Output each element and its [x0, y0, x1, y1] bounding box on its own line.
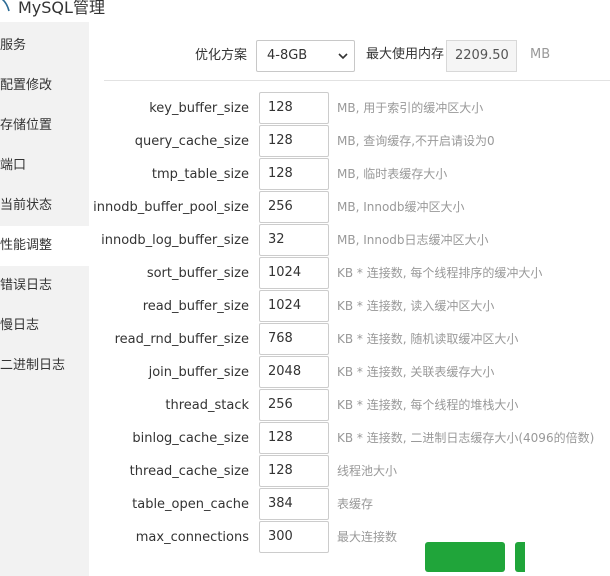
param-input[interactable]: 128 — [259, 92, 329, 124]
sidebar-item-label: 性能调整 — [0, 238, 53, 253]
sidebar-item-label: 服务 — [0, 38, 27, 53]
sidebar-item-label: 当前状态 — [0, 198, 53, 213]
param-row: binlog_cache_size 128 KB * 连接数, 二进制日志缓存大… — [89, 422, 610, 455]
param-input[interactable]: 128 — [259, 422, 329, 454]
param-label: join_buffer_size — [148, 365, 249, 380]
sidebar-item-config[interactable]: 配置修改 — [0, 66, 89, 106]
param-row: tmp_table_size 128 MB, 临时表缓存大小 — [89, 158, 610, 191]
param-input[interactable]: 300 — [259, 521, 329, 553]
sidebar-item-performance[interactable]: 性能调整 — [0, 226, 89, 266]
window-title: MySQL管理 — [18, 0, 105, 17]
param-desc: 表缓存 — [337, 497, 374, 511]
param-input[interactable]: 128 — [259, 158, 329, 190]
sidebar-item-port[interactable]: 端口 — [0, 146, 89, 186]
save-button[interactable] — [425, 542, 505, 572]
divider — [104, 80, 610, 81]
param-row: innodb_log_buffer_size 32 MB, Innodb日志缓冲… — [89, 224, 610, 257]
param-desc: KB * 连接数, 读入缓冲区大小 — [337, 299, 495, 313]
param-label: max_connections — [135, 530, 249, 545]
param-label: thread_cache_size — [129, 464, 249, 479]
param-input[interactable]: 1024 — [259, 290, 329, 322]
param-desc: KB * 连接数, 每个线程排序的缓冲大小 — [337, 266, 543, 280]
param-desc: MB, Innodb日志缓冲区大小 — [337, 233, 489, 247]
param-label: innodb_buffer_pool_size — [93, 200, 249, 215]
sidebar-item-label: 二进制日志 — [0, 358, 66, 373]
scheme-select[interactable]: 4-8GB — [256, 40, 355, 72]
param-input[interactable]: 1024 — [259, 257, 329, 289]
sidebar-item-service[interactable]: 服务 — [0, 26, 89, 66]
param-row: sort_buffer_size 1024 KB * 连接数, 每个线程排序的缓… — [89, 257, 610, 290]
sidebar-item-label: 慢日志 — [0, 318, 40, 333]
sidebar-item-label: 端口 — [0, 158, 27, 173]
param-label: binlog_cache_size — [132, 431, 249, 446]
mysql-icon — [1, 0, 10, 12]
param-input[interactable]: 256 — [259, 191, 329, 223]
sidebar-item-storage[interactable]: 存储位置 — [0, 106, 89, 146]
param-label: tmp_table_size — [151, 167, 249, 182]
sidebar-item-binlog[interactable]: 二进制日志 — [0, 346, 89, 386]
param-label: read_rnd_buffer_size — [114, 332, 249, 347]
param-label: key_buffer_size — [149, 101, 249, 116]
sidebar: 服务 配置修改 存储位置 端口 当前状态 性能调整 错误日志 慢日志 二进制日志 — [0, 22, 89, 576]
param-input[interactable]: 32 — [259, 224, 329, 256]
sidebar-item-label: 存储位置 — [0, 118, 53, 133]
param-row: query_cache_size 128 MB, 查询缓存,不开启请设为0 — [89, 125, 610, 158]
sidebar-item-label: 错误日志 — [0, 278, 53, 293]
param-row: innodb_buffer_pool_size 256 MB, Innodb缓冲… — [89, 191, 610, 224]
param-label: query_cache_size — [134, 134, 249, 149]
sidebar-item-status[interactable]: 当前状态 — [0, 186, 89, 226]
param-input[interactable]: 384 — [259, 488, 329, 520]
param-row: max_connections 300 最大连接数 — [89, 521, 610, 554]
sidebar-item-label: 配置修改 — [0, 78, 53, 93]
param-row: thread_stack 256 KB * 连接数, 每个线程的堆栈大小 — [89, 389, 610, 422]
param-desc: KB * 连接数, 二进制日志缓存大小(4096的倍数) — [337, 431, 595, 445]
secondary-button[interactable] — [515, 542, 525, 572]
max-mem-unit: MB — [530, 47, 551, 62]
param-row: key_buffer_size 128 MB, 用于索引的缓冲区大小 — [89, 92, 610, 125]
param-desc: KB * 连接数, 随机读取缓冲区大小 — [337, 332, 519, 346]
param-label: innodb_log_buffer_size — [101, 233, 249, 248]
param-desc: KB * 连接数, 每个线程的堆栈大小 — [337, 398, 519, 412]
param-desc: 线程池大小 — [337, 464, 398, 478]
scheme-label: 优化方案 — [194, 48, 247, 63]
param-desc: MB, 临时表缓存大小 — [337, 167, 448, 181]
max-mem-label: 最大使用内存 — [366, 47, 445, 62]
param-desc: 最大连接数 — [337, 530, 398, 544]
param-label: thread_stack — [165, 398, 249, 413]
param-label: sort_buffer_size — [146, 266, 249, 281]
param-input[interactable]: 2048 — [259, 356, 329, 388]
param-label: read_buffer_size — [142, 299, 249, 314]
param-row: table_open_cache 384 表缓存 — [89, 488, 610, 521]
sidebar-item-slow-log[interactable]: 慢日志 — [0, 306, 89, 346]
param-input[interactable]: 128 — [259, 125, 329, 157]
param-input[interactable]: 768 — [259, 323, 329, 355]
param-desc: MB, Innodb缓冲区大小 — [337, 200, 465, 214]
title-bar: MySQL管理 — [0, 0, 610, 22]
scheme-value: 4-8GB — [267, 48, 308, 63]
param-row: join_buffer_size 2048 KB * 连接数, 关联表缓存大小 — [89, 356, 610, 389]
param-desc: KB * 连接数, 关联表缓存大小 — [337, 365, 495, 379]
param-desc: MB, 查询缓存,不开启请设为0 — [337, 134, 495, 148]
param-row: thread_cache_size 128 线程池大小 — [89, 455, 610, 488]
max-mem-value: 2209.50 — [446, 40, 517, 72]
param-row: read_buffer_size 1024 KB * 连接数, 读入缓冲区大小 — [89, 290, 610, 323]
param-row: read_rnd_buffer_size 768 KB * 连接数, 随机读取缓… — [89, 323, 610, 356]
param-input[interactable]: 128 — [259, 455, 329, 487]
sidebar-item-error-log[interactable]: 错误日志 — [0, 266, 89, 306]
chevron-down-icon — [338, 53, 348, 60]
param-input[interactable]: 256 — [259, 389, 329, 421]
param-desc: MB, 用于索引的缓冲区大小 — [337, 101, 484, 115]
param-label: table_open_cache — [132, 497, 249, 512]
performance-panel: 优化方案 4-8GB 最大使用内存 2209.50 MB key_buffer_… — [89, 22, 610, 576]
